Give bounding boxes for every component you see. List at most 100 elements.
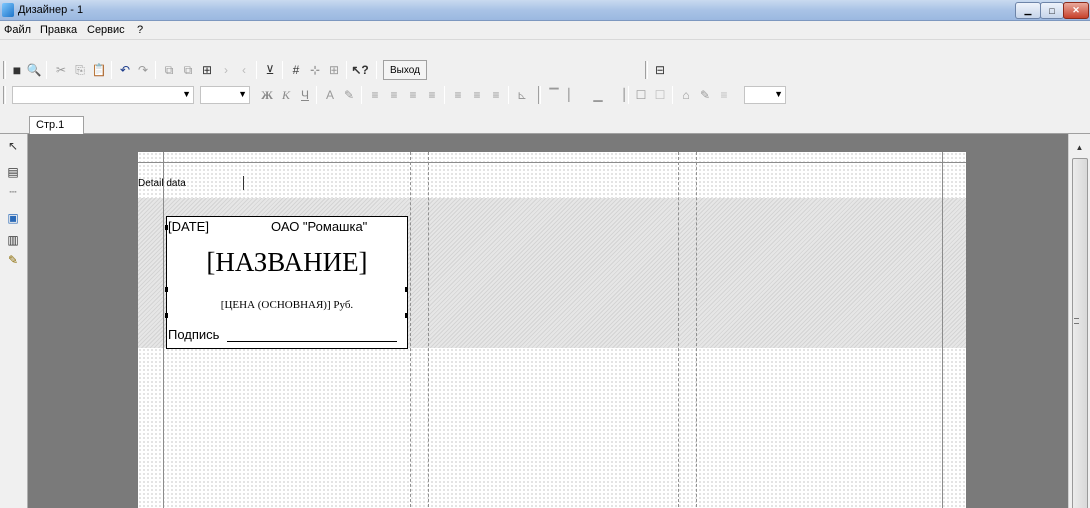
- justify-icon[interactable]: ≡: [424, 87, 440, 103]
- align-left-icon[interactable]: ≡: [367, 87, 383, 103]
- date-field[interactable]: [DATE]: [168, 219, 209, 234]
- toolbar-grip[interactable]: [3, 61, 6, 79]
- text-object-icon[interactable]: ▤: [5, 164, 21, 180]
- undo-icon[interactable]: ↶: [117, 62, 133, 78]
- bold-icon[interactable]: Ж: [259, 87, 275, 103]
- toolbar-grip[interactable]: [645, 61, 648, 79]
- border-all-icon[interactable]: ☐: [633, 87, 649, 103]
- report-page: Detail data [DATE] ОАО "Ромашка" [НАЗВАН…: [138, 152, 966, 508]
- exit-button[interactable]: Выход: [383, 60, 427, 80]
- resize-handle[interactable]: [165, 225, 168, 230]
- scroll-thumb[interactable]: [1072, 158, 1088, 508]
- border-right-icon[interactable]: ▕: [612, 87, 628, 103]
- column-guide: [696, 152, 697, 508]
- select-pointer-icon[interactable]: ↖: [5, 138, 21, 154]
- subreport-object-icon[interactable]: ▥: [5, 232, 21, 248]
- menu-help[interactable]: ?: [137, 24, 143, 36]
- redo-icon[interactable]: ↷: [135, 62, 151, 78]
- menu-edit[interactable]: Правка: [40, 24, 77, 36]
- align-center-icon[interactable]: ≡: [386, 87, 402, 103]
- product-name-field[interactable]: [НАЗВАНИЕ]: [167, 247, 407, 278]
- print-preview-icon[interactable]: 🔍: [26, 62, 42, 78]
- picture-object-icon[interactable]: ▣: [5, 210, 21, 226]
- border-none-icon[interactable]: ☐: [652, 87, 668, 103]
- price-label-object[interactable]: [DATE] ОАО "Ромашка" [НАЗВАНИЕ] [ЦЕНА (О…: [165, 216, 408, 349]
- align-icon[interactable]: ⊞: [199, 62, 215, 78]
- arrow-icon[interactable]: ›: [218, 62, 234, 78]
- tab-page-1[interactable]: Стр.1: [29, 116, 84, 135]
- separator: [628, 86, 629, 104]
- maximize-button[interactable]: □: [1040, 2, 1064, 19]
- close-button[interactable]: ✕: [1063, 2, 1089, 19]
- separator: [361, 86, 362, 104]
- menu-bar: Файл Правка Сервис ?: [0, 21, 1090, 40]
- band-icon[interactable]: ⊻: [262, 62, 278, 78]
- line-width-select[interactable]: ▼: [744, 86, 786, 104]
- resize-handle[interactable]: [165, 313, 168, 318]
- column-guide: [678, 152, 679, 508]
- report-settings-icon[interactable]: ⊟: [652, 62, 668, 78]
- title-bar: Дизайнер - 1 ▁ □ ✕: [0, 0, 1090, 21]
- resize-handle[interactable]: [165, 287, 168, 292]
- menu-file[interactable]: Файл: [4, 24, 31, 36]
- separator: [282, 61, 283, 79]
- align-bottom-icon[interactable]: ≡: [488, 87, 504, 103]
- highlight-icon[interactable]: ✎: [341, 87, 357, 103]
- separator: [672, 86, 673, 104]
- toolbar-grip[interactable]: [538, 86, 541, 104]
- org-name-field[interactable]: ОАО "Ромашка": [271, 219, 367, 234]
- page-tabs: Стр.1: [0, 113, 1090, 135]
- resize-handle[interactable]: [405, 313, 408, 318]
- signature-line: [227, 341, 397, 342]
- design-workspace: Detail data [DATE] ОАО "Ромашка" [НАЗВАН…: [28, 134, 1068, 508]
- grid-icon[interactable]: #: [288, 62, 304, 78]
- app-icon: [2, 3, 14, 17]
- separator: [111, 61, 112, 79]
- italic-icon[interactable]: К: [278, 87, 294, 103]
- toolbar-grip[interactable]: [3, 86, 6, 104]
- resize-handle[interactable]: [405, 287, 408, 292]
- band-object-icon[interactable]: ┈: [5, 184, 21, 200]
- border-left-icon[interactable]: ▏: [565, 87, 581, 103]
- separator: [376, 61, 377, 79]
- border-top-icon[interactable]: ▔: [546, 87, 562, 103]
- minimize-button[interactable]: ▁: [1015, 2, 1041, 19]
- align-right-icon[interactable]: ≡: [405, 87, 421, 103]
- separator: [316, 86, 317, 104]
- font-size-select[interactable]: ▼: [200, 86, 250, 104]
- cut-icon[interactable]: ✂: [53, 62, 69, 78]
- align-middle-icon[interactable]: ≡: [469, 87, 485, 103]
- signature-label[interactable]: Подпись: [168, 327, 219, 342]
- font-name-select[interactable]: ▼: [12, 86, 194, 104]
- window-title: Дизайнер - 1: [18, 4, 84, 16]
- draw-object-icon[interactable]: ✎: [5, 252, 21, 268]
- paste-icon[interactable]: 📋: [91, 62, 107, 78]
- separator: [508, 86, 509, 104]
- bring-front-icon[interactable]: ⧉: [161, 62, 177, 78]
- menu-service[interactable]: Сервис: [87, 24, 125, 36]
- underline-icon[interactable]: Ч: [297, 87, 313, 103]
- rotate-text-icon[interactable]: ⊾: [514, 87, 530, 103]
- save-icon[interactable]: ■: [9, 62, 25, 78]
- send-back-icon[interactable]: ⧉: [180, 62, 196, 78]
- help-icon[interactable]: ↖?: [351, 62, 368, 78]
- fill-color-icon[interactable]: ⌂: [678, 87, 694, 103]
- vertical-scrollbar[interactable]: ▲: [1068, 134, 1090, 508]
- align-top-icon[interactable]: ≡: [450, 87, 466, 103]
- border-bottom-icon[interactable]: ▁: [590, 87, 606, 103]
- scroll-thumb-grip: [1074, 318, 1079, 324]
- line-color-icon[interactable]: ✎: [697, 87, 713, 103]
- margin-guide: [163, 152, 164, 508]
- copy-icon[interactable]: ⎘: [72, 62, 88, 78]
- margin-guide: [138, 162, 966, 163]
- snap-grid-icon[interactable]: ⊹: [307, 62, 323, 78]
- price-field[interactable]: [ЦЕНА (ОСНОВНАЯ)] Руб.: [167, 299, 407, 311]
- line-style-icon[interactable]: ≡: [716, 87, 732, 103]
- band-label-marker: [243, 176, 244, 190]
- table-icon[interactable]: ⊞: [326, 62, 342, 78]
- arrow-icon[interactable]: ‹: [236, 62, 252, 78]
- scroll-up-icon[interactable]: ▲: [1072, 140, 1087, 155]
- column-guide: [428, 152, 429, 508]
- separator: [46, 61, 47, 79]
- font-color-icon[interactable]: A: [322, 87, 338, 103]
